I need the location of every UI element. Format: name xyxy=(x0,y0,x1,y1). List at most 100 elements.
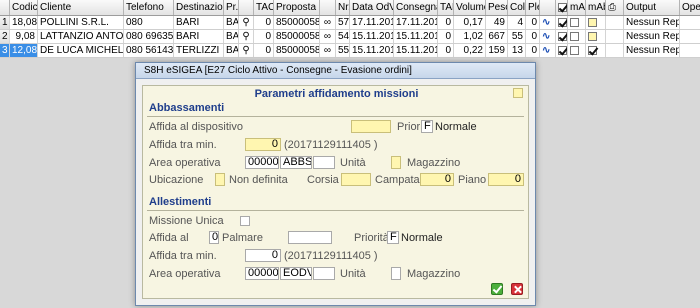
priorita-code-field[interactable]: F xyxy=(421,120,433,133)
piano-label: Piano xyxy=(458,174,487,186)
corner-toggle[interactable] xyxy=(513,88,523,98)
col-header-mab[interactable]: mAb xyxy=(586,0,606,15)
allest-magazzino-field[interactable] xyxy=(391,267,401,280)
ubicazione-field[interactable] xyxy=(215,173,225,186)
affida-tra-field[interactable]: 0 xyxy=(245,138,281,151)
cell-chart[interactable]: ∿ xyxy=(540,16,556,29)
cell-mab[interactable] xyxy=(586,16,606,29)
col-header-mai[interactable]: mAI xyxy=(568,0,586,15)
area-extra-field[interactable] xyxy=(313,156,335,169)
mab-checkbox[interactable] xyxy=(588,32,597,42)
col-header-pr[interactable]: Pr. xyxy=(224,0,239,15)
cell-ple: 0 xyxy=(526,30,540,43)
col-header-check[interactable] xyxy=(556,0,568,15)
col-header-codice[interactable]: Codice xyxy=(10,0,38,15)
allest-affida-tra-field[interactable]: 0 xyxy=(245,249,281,262)
allest-area-name[interactable]: EODV xyxy=(280,267,312,280)
mab-checkbox[interactable] xyxy=(588,46,597,56)
campata-field[interactable]: 0 xyxy=(420,173,454,186)
cell-check[interactable] xyxy=(556,16,568,29)
link-icon[interactable]: ∞ xyxy=(324,30,331,43)
col-header-output[interactable]: Output xyxy=(624,0,680,15)
row-checkbox[interactable] xyxy=(558,18,567,28)
cell-chart[interactable]: ∿ xyxy=(540,44,556,57)
cell-link[interactable]: ∞ xyxy=(320,30,336,43)
mab-checkbox[interactable] xyxy=(588,18,597,28)
chart-icon[interactable]: ∿ xyxy=(542,30,550,43)
cell-cliente: POLLINI S.R.L. xyxy=(38,16,124,29)
unita-label: Unità xyxy=(340,157,366,169)
mai-checkbox[interactable] xyxy=(570,46,579,56)
col-header-ple[interactable]: Ple xyxy=(526,0,540,15)
col-header-consegna[interactable]: Consegna xyxy=(394,0,438,15)
table-row[interactable]: 2 9,08 LATTANZIO ANTONIO 080 6963524 BAR… xyxy=(0,30,700,44)
col-header-volume[interactable]: Volume xyxy=(454,0,486,15)
cell-print[interactable] xyxy=(606,44,624,57)
table-row[interactable]: 1 18,08 POLLINI S.R.L. 080 BARI BA ⚲ 0 8… xyxy=(0,16,700,30)
area-name-field[interactable]: ABBS xyxy=(280,156,312,169)
col-header-destinazione[interactable]: Destinazione xyxy=(174,0,224,15)
col-header-tac[interactable]: TAC xyxy=(254,0,274,15)
missione-unica-checkbox[interactable] xyxy=(240,216,250,226)
cell-search[interactable]: ⚲ xyxy=(239,16,254,29)
cell-mai[interactable] xyxy=(568,30,586,43)
cell-search[interactable]: ⚲ xyxy=(239,30,254,43)
magazzino-field[interactable] xyxy=(391,156,401,169)
cell-mai[interactable] xyxy=(568,44,586,57)
col-header-oper[interactable]: Oper xyxy=(680,0,700,15)
cell-search[interactable]: ⚲ xyxy=(239,44,254,57)
mai-checkbox[interactable] xyxy=(570,18,579,28)
cell-link[interactable]: ∞ xyxy=(320,44,336,57)
col-header-cliente[interactable]: Cliente xyxy=(38,0,124,15)
cell-mai[interactable] xyxy=(568,16,586,29)
cell-mab[interactable] xyxy=(586,30,606,43)
cell-print[interactable] xyxy=(606,30,624,43)
col-header-proposta[interactable]: Proposta Nr. xyxy=(274,0,320,15)
cell-check[interactable] xyxy=(556,44,568,57)
cancel-icon[interactable] xyxy=(511,283,523,295)
dialog-title: S8H eSIGEA [E27 Ciclo Attivo - Consegne … xyxy=(136,63,535,79)
affida-tra-label: Affida tra min. xyxy=(149,139,217,151)
ubicazione-value: Non definita xyxy=(229,174,288,186)
link-icon[interactable]: ∞ xyxy=(324,44,331,57)
affida-al-field[interactable] xyxy=(351,120,391,133)
mai-checkbox[interactable] xyxy=(570,32,579,42)
confirm-icon[interactable] xyxy=(491,283,503,295)
row-checkbox[interactable] xyxy=(558,32,567,42)
search-icon[interactable]: ⚲ xyxy=(242,30,249,43)
allest-affida-al-extra[interactable] xyxy=(288,231,332,244)
allest-affida-al-label: Affida al xyxy=(149,232,189,244)
cell-peso: 49 xyxy=(486,16,508,29)
corsia-field[interactable] xyxy=(341,173,371,186)
col-header-peso[interactable]: Peso xyxy=(486,0,508,15)
row-number: 2 xyxy=(0,30,10,43)
cell-mab[interactable] xyxy=(586,44,606,57)
allest-area-extra[interactable] xyxy=(313,267,335,280)
area-code-field[interactable]: 00000 xyxy=(245,156,279,169)
allest-priorita-code[interactable]: F xyxy=(387,231,399,244)
link-icon[interactable]: ∞ xyxy=(324,16,331,29)
chart-icon[interactable]: ∿ xyxy=(542,16,550,29)
cell-chart[interactable]: ∿ xyxy=(540,30,556,43)
search-icon[interactable]: ⚲ xyxy=(242,16,249,29)
row-checkbox[interactable] xyxy=(558,46,567,56)
cell-volume: 0,17 xyxy=(454,16,486,29)
chart-icon[interactable]: ∿ xyxy=(542,44,550,57)
search-icon[interactable]: ⚲ xyxy=(242,44,249,57)
table-row[interactable]: 3 12,08 DE LUCA MICHELLE SNC 080 5614390… xyxy=(0,44,700,58)
cell-print[interactable] xyxy=(606,16,624,29)
allest-affida-al-code[interactable]: 0 xyxy=(209,231,219,244)
allest-area-code[interactable]: 00000 xyxy=(245,267,279,280)
cell-tac: 0 xyxy=(254,30,274,43)
orders-grid: Codice Cliente Telefono Destinazione Pr.… xyxy=(0,0,700,58)
select-all-checkbox[interactable] xyxy=(558,3,567,13)
cell-tac: 0 xyxy=(254,44,274,57)
col-header-colli[interactable]: Colli xyxy=(508,0,526,15)
cell-check[interactable] xyxy=(556,30,568,43)
col-header-data-odv[interactable]: Data OdV xyxy=(350,0,394,15)
cell-link[interactable]: ∞ xyxy=(320,16,336,29)
col-header-nr[interactable]: Nr. xyxy=(336,0,350,15)
col-header-tap[interactable]: TAP xyxy=(438,0,454,15)
piano-field[interactable]: 0 xyxy=(488,173,524,186)
col-header-telefono[interactable]: Telefono xyxy=(124,0,174,15)
